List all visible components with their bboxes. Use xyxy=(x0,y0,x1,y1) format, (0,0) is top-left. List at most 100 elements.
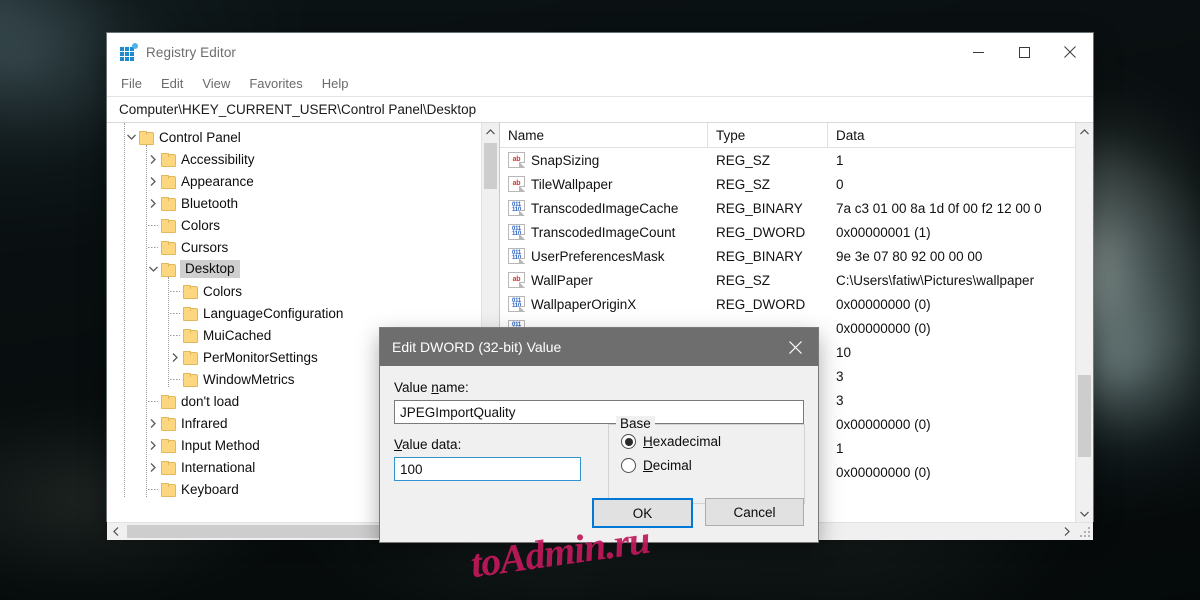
base-option-decimal[interactable]: Decimal xyxy=(621,458,804,473)
close-button[interactable] xyxy=(1047,33,1093,71)
chevron-down-icon[interactable] xyxy=(123,126,139,148)
tree-node[interactable]: LanguageConfiguration xyxy=(107,302,499,324)
decimal-label: Decimal xyxy=(643,458,692,473)
folder-icon xyxy=(161,175,176,189)
chevron-right-icon[interactable] xyxy=(145,170,161,192)
tree-node[interactable]: Accessibility xyxy=(107,148,499,170)
tree-node[interactable]: Desktop xyxy=(107,258,499,280)
value-data-cell: 10 xyxy=(836,344,852,360)
chevron-right-icon[interactable] xyxy=(167,346,183,368)
value-name-cell: ab TileWallpaper xyxy=(500,176,708,192)
chevron-right-icon[interactable] xyxy=(145,412,161,434)
value-name-text: WallPaper xyxy=(531,272,593,288)
tree-node[interactable]: Cursors xyxy=(107,236,499,258)
value-name-text: UserPreferencesMask xyxy=(531,248,665,264)
tree-node-label: Appearance xyxy=(181,173,254,189)
registry-editor-icon xyxy=(119,43,138,61)
value-data-cell: 1 xyxy=(836,152,844,168)
column-header-name[interactable]: Name xyxy=(500,123,708,147)
cancel-button[interactable]: Cancel xyxy=(705,498,804,526)
menu-item-help[interactable]: Help xyxy=(322,76,349,91)
tree-node-label: Input Method xyxy=(181,437,260,453)
tree-node[interactable]: Colors xyxy=(107,280,499,302)
dialog-close-button[interactable] xyxy=(773,328,818,366)
value-name-input[interactable]: JPEGImportQuality xyxy=(394,400,804,424)
value-type-cell: REG_SZ xyxy=(716,272,771,288)
chevron-right-icon[interactable] xyxy=(145,192,161,214)
values-hscroll-right-icon[interactable] xyxy=(1058,523,1075,540)
folder-icon xyxy=(183,329,198,343)
values-scroll-down-icon[interactable] xyxy=(1076,505,1093,522)
tree-node-label: Desktop xyxy=(180,260,240,278)
column-header-type[interactable]: Type xyxy=(708,123,828,147)
value-row[interactable]: 011 110 TranscodedImageCount REG_DWORD 0x000… xyxy=(500,220,1093,244)
value-name-cell: 011 110 TranscodedImageCache xyxy=(500,200,708,216)
tree-node[interactable]: Bluetooth xyxy=(107,192,499,214)
values-scroll-up-icon[interactable] xyxy=(1076,123,1093,140)
reg-sz-icon: ab xyxy=(508,176,525,192)
address-bar[interactable]: Computer\HKEY_CURRENT_USER\Control Panel… xyxy=(107,97,1093,123)
menu-item-view[interactable]: View xyxy=(202,76,230,91)
base-option-hexadecimal[interactable]: Hexadecimal xyxy=(621,434,804,449)
ok-button[interactable]: OK xyxy=(592,498,693,528)
folder-icon xyxy=(161,263,176,277)
tree-node[interactable]: Colors xyxy=(107,214,499,236)
menu-item-edit[interactable]: Edit xyxy=(161,76,183,91)
values-vertical-scrollbar[interactable] xyxy=(1075,123,1093,522)
value-type-cell: REG_BINARY xyxy=(716,200,803,216)
hexadecimal-label: Hexadecimal xyxy=(643,434,722,449)
tree-scroll-thumb[interactable] xyxy=(484,143,497,189)
maximize-button[interactable] xyxy=(1001,33,1047,71)
menu-item-favorites[interactable]: Favorites xyxy=(249,76,302,91)
decimal-radio[interactable] xyxy=(621,458,636,473)
values-scroll-thumb[interactable] xyxy=(1078,375,1091,457)
reg-binary-icon: 011110 xyxy=(508,224,525,240)
value-data-cell: 0 xyxy=(836,176,844,192)
tree-guide-line xyxy=(124,123,125,497)
chevron-right-icon[interactable] xyxy=(145,456,161,478)
value-name-text: WallpaperOriginX xyxy=(531,296,637,312)
dialog-button-row: OK Cancel xyxy=(592,498,804,528)
value-row[interactable]: ab TileWallpaper REG_SZ 0 xyxy=(500,172,1093,196)
value-row[interactable]: ab WallPaper REG_SZ C:\Users\fatiw\Pictures… xyxy=(500,268,1093,292)
tree-node-label: MuiCached xyxy=(203,327,272,343)
reg-sz-icon: ab xyxy=(508,272,525,288)
tree-connector xyxy=(167,368,183,390)
value-data-input[interactable]: 100 xyxy=(394,457,581,481)
window-resize-grip[interactable] xyxy=(1078,525,1090,537)
tree-scroll-up-icon[interactable] xyxy=(482,123,499,140)
minimize-button[interactable] xyxy=(955,33,1001,71)
window-titlebar[interactable]: Registry Editor xyxy=(107,33,1093,71)
value-row[interactable]: 011 110 WallpaperOriginX REG_DWORD 0x0000000… xyxy=(500,292,1093,316)
folder-icon xyxy=(161,483,176,497)
tree-node-label: don't load xyxy=(181,393,240,409)
value-name-text: SnapSizing xyxy=(531,152,600,168)
column-header-data[interactable]: Data xyxy=(828,123,1060,147)
chevron-down-icon[interactable] xyxy=(145,258,161,280)
value-name-cell: ab WallPaper xyxy=(500,272,708,288)
value-row[interactable]: 011 110 TranscodedImageCache REG_BINARY 7a c… xyxy=(500,196,1093,220)
value-name-text: TranscodedImageCount xyxy=(531,224,676,240)
chevron-right-icon[interactable] xyxy=(145,434,161,456)
menu-bar: File Edit View Favorites Help xyxy=(107,71,1093,97)
value-name-label: Value name: xyxy=(394,380,469,395)
tree-node-label: Keyboard xyxy=(181,481,239,497)
tree-connector xyxy=(167,324,183,346)
tree-hscroll-left-icon[interactable] xyxy=(107,523,124,540)
tree-node[interactable]: Appearance xyxy=(107,170,499,192)
hexadecimal-radio[interactable] xyxy=(621,434,636,449)
folder-icon xyxy=(183,373,198,387)
tree-connector xyxy=(145,478,161,500)
value-type-cell: REG_BINARY xyxy=(716,248,803,264)
folder-icon xyxy=(161,241,176,255)
menu-item-file[interactable]: File xyxy=(121,76,142,91)
value-name-cell: 011 110 WallpaperOriginX xyxy=(500,296,708,312)
tree-node[interactable]: Control Panel xyxy=(107,126,499,148)
value-data-text: 100 xyxy=(400,461,423,477)
window-controls xyxy=(955,33,1093,71)
dialog-titlebar[interactable]: Edit DWORD (32-bit) Value xyxy=(380,328,818,366)
value-type-cell: REG_SZ xyxy=(716,176,771,192)
value-row[interactable]: 011 110 UserPreferencesMask REG_BINARY 9e 3e… xyxy=(500,244,1093,268)
value-row[interactable]: ab SnapSizing REG_SZ 1 xyxy=(500,148,1093,172)
chevron-right-icon[interactable] xyxy=(145,148,161,170)
